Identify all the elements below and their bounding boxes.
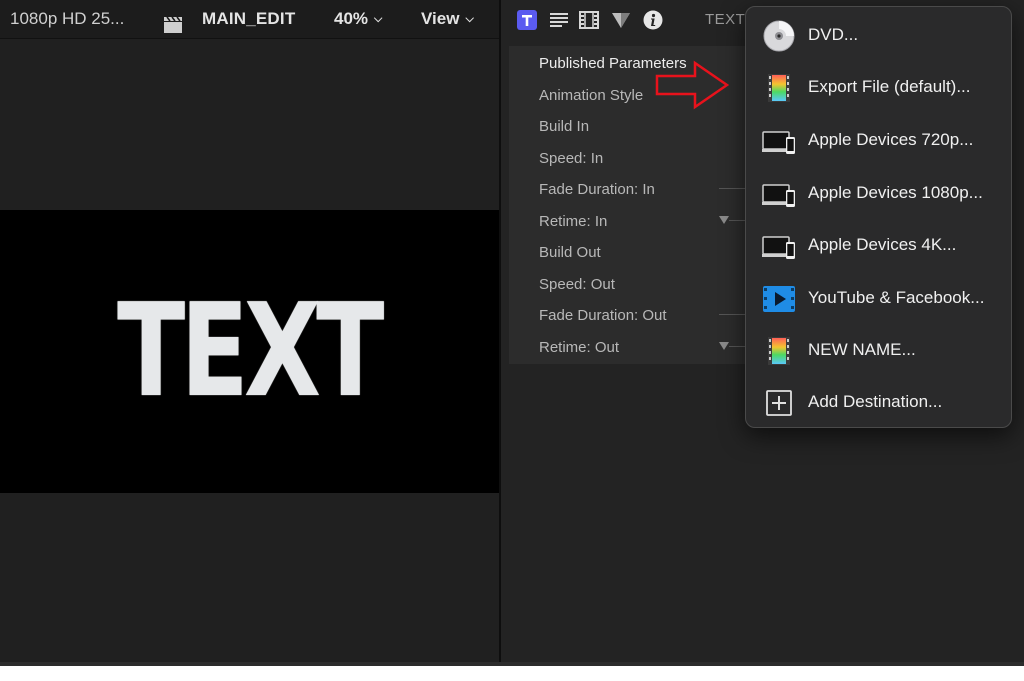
menu-item-apple-devices-1080p[interactable]: Apple Devices 1080p...	[746, 167, 1011, 219]
param-retime-in: Retime: In	[539, 213, 608, 230]
paragraph-icon[interactable]	[549, 10, 569, 30]
menu-item-label: Apple Devices 4K...	[808, 235, 957, 254]
dvd-icon	[762, 19, 796, 53]
film-icon[interactable]	[579, 10, 599, 30]
menu-item-apple-devices-4k[interactable]: Apple Devices 4K...	[746, 219, 1011, 271]
viewer-canvas[interactable]: TEXT	[0, 210, 499, 493]
project-name[interactable]: MAIN_EDIT	[202, 0, 295, 38]
menu-item-label: NEW NAME...	[808, 340, 916, 359]
menu-item-apple-devices-720p[interactable]: Apple Devices 720p...	[746, 114, 1011, 166]
param-build-in: Build In	[539, 118, 590, 135]
clapper-icon	[163, 10, 183, 33]
youtube-icon	[762, 282, 796, 316]
devices-icon	[762, 124, 796, 158]
viewer: 1080p HD 25... MAIN_EDIT 40% ⌵ View ⌵ TEXT	[0, 0, 499, 666]
menu-item-add-destination[interactable]: Add Destination...	[746, 376, 1011, 428]
chevron-down-icon: ⌵	[465, 13, 474, 25]
shape-icon[interactable]	[611, 10, 631, 30]
menu-item-label: DVD...	[808, 25, 859, 44]
retime-in-knob[interactable]	[719, 216, 729, 224]
bottom-edge	[0, 662, 1024, 666]
format-label[interactable]: 1080p HD 25...	[10, 0, 124, 38]
param-fade-duration-out: Fade Duration: Out	[539, 307, 667, 324]
chevron-down-icon: ⌵	[374, 13, 383, 25]
view-dropdown[interactable]: View ⌵	[421, 0, 474, 38]
zoom-dropdown[interactable]: 40% ⌵	[334, 0, 382, 38]
retime-out-knob[interactable]	[719, 342, 729, 350]
menu-item-new-name[interactable]: NEW NAME...	[746, 324, 1011, 376]
menu-item-label: Apple Devices 1080p...	[808, 183, 983, 202]
zoom-value: 40%	[334, 9, 369, 28]
info-icon[interactable]	[643, 10, 663, 30]
param-build-out: Build Out	[539, 244, 601, 261]
devices-icon	[762, 177, 796, 211]
param-speed-out: Speed: Out	[539, 276, 615, 293]
canvas-title-text: TEXT	[117, 277, 384, 426]
plus-box-icon	[762, 386, 796, 420]
menu-item-dvd[interactable]: DVD...	[746, 9, 1011, 61]
view-label: View	[421, 9, 460, 28]
annotation-arrow-icon	[655, 60, 729, 110]
share-menu: DVD... Export File (default)... Apple De…	[745, 6, 1012, 428]
devices-icon	[762, 229, 796, 263]
menu-item-label: YouTube & Facebook...	[808, 288, 985, 307]
film-strip-icon	[762, 71, 796, 105]
param-fade-duration-in: Fade Duration: In	[539, 181, 655, 198]
menu-item-label: Apple Devices 720p...	[808, 130, 974, 149]
menu-item-label: Add Destination...	[808, 392, 943, 411]
param-retime-out: Retime: Out	[539, 339, 620, 356]
param-speed-in: Speed: In	[539, 150, 604, 167]
menu-item-export-file[interactable]: Export File (default)...	[746, 61, 1011, 113]
menu-item-youtube-facebook[interactable]: YouTube & Facebook...	[746, 272, 1011, 324]
param-animation-style: Animation Style	[539, 87, 644, 104]
text-icon[interactable]	[517, 10, 537, 30]
film-strip-icon	[762, 334, 796, 368]
inspector-title: TEXT	[705, 11, 746, 28]
viewer-header: 1080p HD 25... MAIN_EDIT 40% ⌵ View ⌵	[0, 0, 499, 39]
menu-item-label: Export File (default)...	[808, 77, 971, 96]
